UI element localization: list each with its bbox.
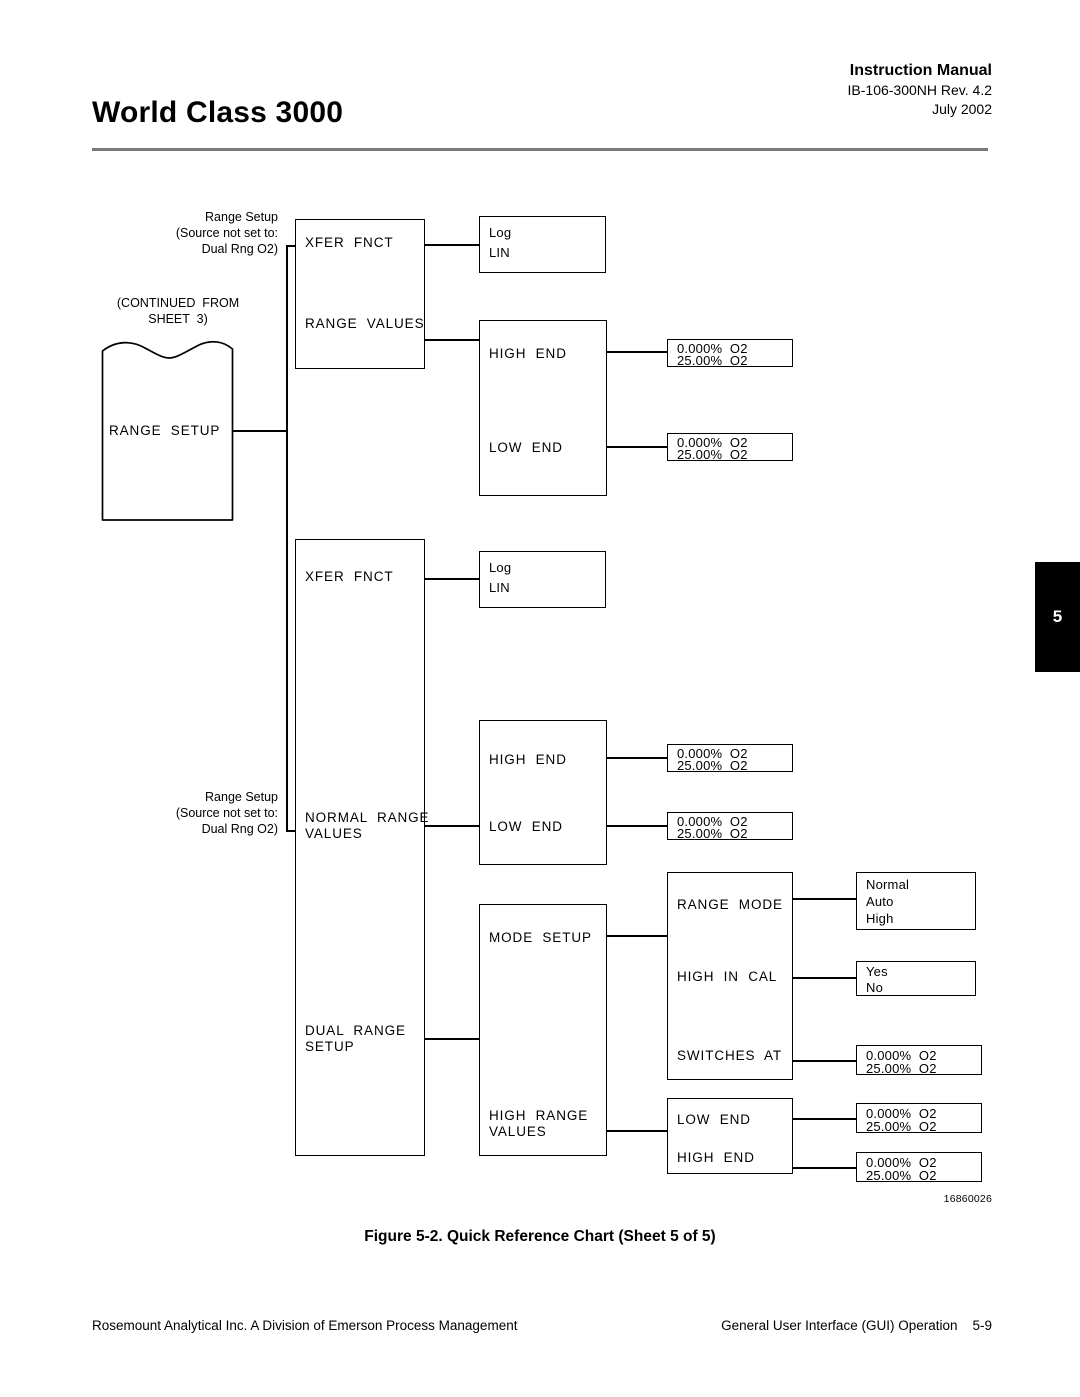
connector-normal-high-end-to-values <box>606 757 668 759</box>
connector-xfer-to-options-2 <box>424 578 480 580</box>
value-high-end-max-1: 25.00% O2 <box>677 353 748 368</box>
value-high-range-high-end-max: 25.00% O2 <box>866 1168 937 1183</box>
value-normal-high-end-max: 25.00% O2 <box>677 758 748 773</box>
connector-dual-setup-to-submenu <box>424 1038 480 1040</box>
menu-item-xfer-fnct-2: XFER FNCT <box>305 569 394 584</box>
node-switches-at-values: 0.000% O2 25.00% O2 <box>856 1045 982 1076</box>
value-high-range-low-end-max: 25.00% O2 <box>866 1119 937 1134</box>
menu-item-high-range-low-end: LOW END <box>677 1112 751 1127</box>
value-switches-at-max: 25.00% O2 <box>866 1061 937 1076</box>
node-high-range-high-end-values: 0.000% O2 25.00% O2 <box>856 1152 982 1183</box>
connector-high-in-cal-to-options <box>792 977 857 979</box>
menu-item-switches-at: SWITCHES AT <box>677 1048 783 1063</box>
connector-low-end-to-values-1 <box>606 446 668 448</box>
node-dual-range-menu: XFER FNCT NORMAL RANGE VALUES DUAL RANGE… <box>295 539 429 1156</box>
note-range-setup-source-bottom: Range Setup (Source not set to: Dual Rng… <box>175 790 278 836</box>
node-dual-range-submenu: MODE SETUP HIGH RANGE VALUES <box>479 904 607 1156</box>
option-high-in-cal-no: No <box>866 980 884 995</box>
connector-root-stub <box>233 430 287 432</box>
connector-high-range-low-end-to-values <box>792 1118 857 1120</box>
menu-item-xfer-fnct: XFER FNCT <box>305 235 394 250</box>
connector-high-end-to-values-1 <box>606 351 668 353</box>
menu-item-low-end-2: LOW END <box>489 819 563 834</box>
menu-item-high-range-high-end: HIGH END <box>677 1150 755 1165</box>
connector-normal-range-to-ends <box>424 825 480 827</box>
figure-caption: Figure 5-2. Quick Reference Chart (Sheet… <box>364 1228 716 1245</box>
menu-item-high-end-1: HIGH END <box>489 346 567 361</box>
note-continued-from-sheet: (CONTINUED FROM SHEET 3) <box>116 296 240 326</box>
note-range-setup-source-top: Range Setup (Source not set to: Dual Rng… <box>175 210 278 256</box>
connector-switches-at-to-values <box>792 1060 857 1062</box>
option-log-2: Log <box>489 560 512 575</box>
menu-item-range-mode: RANGE MODE <box>677 897 783 912</box>
node-high-range-low-end-values: 0.000% O2 25.00% O2 <box>856 1103 982 1134</box>
node-normal-low-end-values: 0.000% O2 25.00% O2 <box>667 812 793 841</box>
node-normal-high-end-values: 0.000% O2 25.00% O2 <box>667 744 793 773</box>
option-range-mode-high: High <box>866 911 894 926</box>
node-mode-setup-options: RANGE MODE HIGH IN CAL SWITCHES AT <box>667 872 793 1080</box>
connector-high-range-to-ends <box>606 1130 668 1132</box>
node-range-setup-root-label: RANGE SETUP <box>109 423 221 438</box>
option-lin-2: LIN <box>489 580 510 595</box>
node-high-end-values-1: 0.000% O2 25.00% O2 <box>667 339 793 368</box>
quick-reference-flow-diagram: Range Setup (Source not set to: Dual Rng… <box>0 0 1080 1397</box>
node-range-setup-root: RANGE SETUP <box>101 338 234 521</box>
node-range-values-ends-1: HIGH END LOW END <box>479 320 607 496</box>
node-range-mode-options: Normal Auto High <box>856 872 976 930</box>
option-range-mode-normal: Normal <box>866 877 910 892</box>
option-log-1: Log <box>489 225 512 240</box>
menu-item-range-values: RANGE VALUES <box>305 316 425 331</box>
value-low-end-max-1: 25.00% O2 <box>677 447 748 462</box>
menu-item-high-in-cal: HIGH IN CAL <box>677 969 778 984</box>
node-xfer-options-1: Log LIN <box>479 216 606 273</box>
connector-xfer-to-options-1 <box>424 244 480 246</box>
node-low-end-values-1: 0.000% O2 25.00% O2 <box>667 433 793 462</box>
connector-root-trunk <box>286 246 288 832</box>
value-normal-low-end-max: 25.00% O2 <box>677 826 748 841</box>
drawing-number: 16860026 <box>943 1193 992 1205</box>
connector-range-mode-to-options <box>792 898 857 900</box>
menu-item-mode-setup: MODE SETUP <box>489 930 592 945</box>
menu-item-normal-range-values: NORMAL RANGE VALUES <box>305 810 430 842</box>
connector-normal-low-end-to-values <box>606 825 668 827</box>
footer-divider <box>92 1290 988 1291</box>
footer-section: General User Interface (GUI) Operation 5… <box>721 1318 992 1333</box>
menu-item-low-end-1: LOW END <box>489 440 563 455</box>
node-normal-range-ends: HIGH END LOW END <box>479 720 607 865</box>
footer-company: Rosemount Analytical Inc. A Division of … <box>92 1318 518 1333</box>
connector-range-values-to-ends-1 <box>424 339 480 341</box>
node-high-range-ends: LOW END HIGH END <box>667 1098 793 1174</box>
connector-high-range-high-end-to-values <box>792 1167 857 1169</box>
option-lin-1: LIN <box>489 245 510 260</box>
option-range-mode-auto: Auto <box>866 894 894 909</box>
option-high-in-cal-yes: Yes <box>866 964 888 979</box>
menu-item-high-end-2: HIGH END <box>489 752 567 767</box>
node-single-range-menu: XFER FNCT RANGE VALUES <box>295 219 425 369</box>
menu-item-dual-range-setup: DUAL RANGE SETUP <box>305 1023 406 1055</box>
node-xfer-options-2: Log LIN <box>479 551 606 608</box>
menu-item-high-range-values: HIGH RANGE VALUES <box>489 1108 589 1140</box>
node-high-in-cal-options: Yes No <box>856 961 976 996</box>
connector-mode-setup-to-options <box>606 935 668 937</box>
